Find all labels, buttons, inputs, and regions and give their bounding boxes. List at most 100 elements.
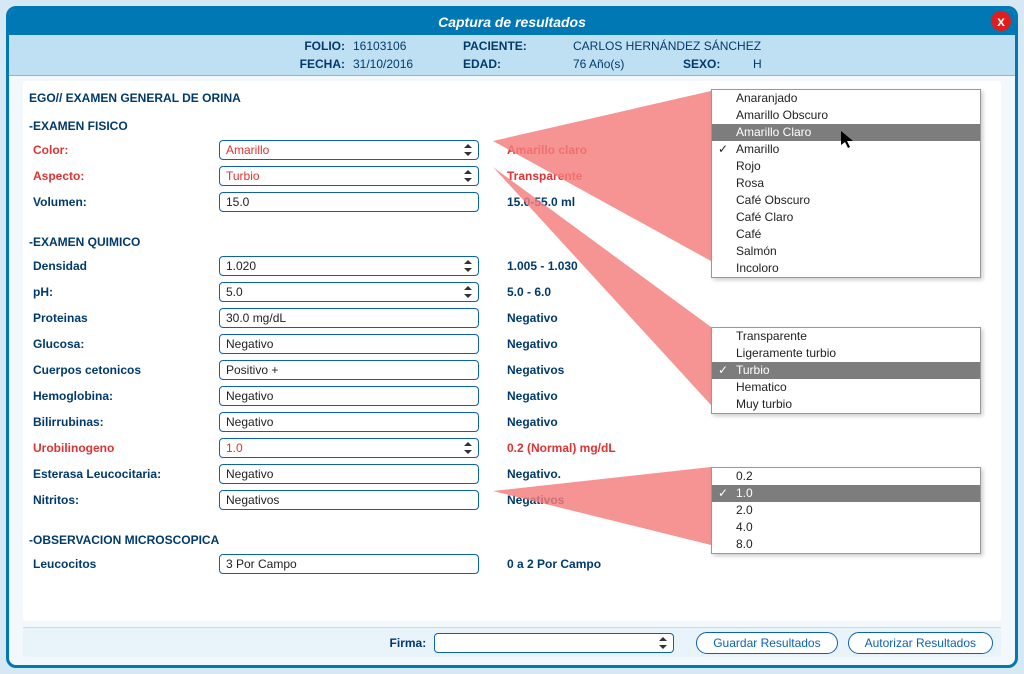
hemo-label: Hemoglobina: xyxy=(29,389,219,403)
dropdown-option[interactable]: Salmón xyxy=(712,243,980,260)
sexo-value: H xyxy=(749,55,766,73)
color-value: Amarillo xyxy=(226,143,269,157)
fecha-value: 31/10/2016 xyxy=(349,55,459,73)
densidad-label: Densidad xyxy=(29,259,219,273)
aspecto-label: Aspecto: xyxy=(29,169,219,183)
dropdown-option[interactable]: Ligeramente turbio xyxy=(712,345,980,362)
glucosa-ref: Negativo xyxy=(487,337,657,351)
ph-ref: 5.0 - 6.0 xyxy=(487,285,657,299)
titlebar: Captura de resultados x xyxy=(9,9,1015,35)
paciente-label: PACIENTE: xyxy=(459,37,569,55)
dropdown-option[interactable]: Café Claro xyxy=(712,209,980,226)
esterasa-input[interactable] xyxy=(219,464,479,484)
bili-label: Bilirrubinas: xyxy=(29,415,219,429)
dropdown-option[interactable]: Rojo xyxy=(712,158,980,175)
volumen-input[interactable] xyxy=(219,192,479,212)
cuerpos-ref: Negativos xyxy=(487,363,657,377)
caret-icon xyxy=(464,144,472,156)
hemo-ref: Negativo xyxy=(487,389,657,403)
color-label: Color: xyxy=(29,143,219,157)
ph-label: pH: xyxy=(29,285,219,299)
autorizar-button[interactable]: Autorizar Resultados xyxy=(848,632,993,654)
ph-value: 5.0 xyxy=(226,285,243,299)
color-select[interactable]: Amarillo xyxy=(219,140,479,160)
dropdown-option[interactable]: Anaranjado xyxy=(712,90,980,107)
aspecto-value: Turbio xyxy=(226,169,260,183)
window-title: Captura de resultados xyxy=(438,14,586,30)
check-icon: ✓ xyxy=(718,486,728,501)
check-icon: ✓ xyxy=(718,363,728,378)
caret-icon xyxy=(464,260,472,272)
dropdown-option[interactable]: 4.0 xyxy=(712,519,980,536)
form-content: EGO// EXAMEN GENERAL DE ORINA -EXAMEN FI… xyxy=(23,81,1001,621)
dropdown-option[interactable]: Amarillo Obscuro xyxy=(712,107,980,124)
volumen-ref: 15.0-55.0 ml xyxy=(487,195,657,209)
nitritos-label: Nitritos: xyxy=(29,493,219,507)
leuco-ref: 0 a 2 Por Campo xyxy=(487,557,657,571)
caret-icon xyxy=(464,442,472,454)
guardar-button[interactable]: Guardar Resultados xyxy=(696,632,837,654)
uro-dropdown-popout[interactable]: 0.2✓1.02.04.08.0 xyxy=(711,467,981,554)
uro-ref: 0.2 (Normal) mg/dL xyxy=(487,441,657,455)
ph-select[interactable]: 5.0 xyxy=(219,282,479,302)
firma-select[interactable] xyxy=(434,633,674,653)
aspecto-select[interactable]: Turbio xyxy=(219,166,479,186)
dropdown-option[interactable]: Muy turbio xyxy=(712,396,980,413)
dropdown-option[interactable]: ✓1.0 xyxy=(712,485,980,502)
aspecto-ref: Transparente xyxy=(487,169,657,183)
dropdown-option[interactable]: 2.0 xyxy=(712,502,980,519)
bili-ref: Negativo xyxy=(487,415,657,429)
proteinas-ref: Negativo xyxy=(487,311,657,325)
folio-value: 16103106 xyxy=(349,37,459,55)
dropdown-option[interactable]: Café xyxy=(712,226,980,243)
hemo-input[interactable] xyxy=(219,386,479,406)
dropdown-option[interactable]: 0.2 xyxy=(712,468,980,485)
cuerpos-input[interactable] xyxy=(219,360,479,380)
paciente-value: CARLOS HERNÁNDEZ SÁNCHEZ xyxy=(569,37,1015,55)
leuco-label: Leucocitos xyxy=(29,557,219,571)
uro-value: 1.0 xyxy=(226,441,243,455)
caret-icon xyxy=(659,637,667,649)
aspecto-dropdown-popout[interactable]: TransparenteLigeramente turbio✓TurbioHem… xyxy=(711,327,981,414)
glucosa-label: Glucosa: xyxy=(29,337,219,351)
edad-value: 76 Año(s) xyxy=(569,55,679,73)
proteinas-label: Proteinas xyxy=(29,311,219,325)
densidad-ref: 1.005 - 1.030 xyxy=(487,259,657,273)
nitritos-input[interactable] xyxy=(219,490,479,510)
uro-select[interactable]: 1.0 xyxy=(219,438,479,458)
densidad-select[interactable]: 1.020 xyxy=(219,256,479,276)
caret-icon xyxy=(464,170,472,182)
dropdown-option[interactable]: Rosa xyxy=(712,175,980,192)
patient-info-bar: FOLIO: 16103106 PACIENTE: CARLOS HERNÁND… xyxy=(9,35,1015,76)
dropdown-option[interactable]: Incoloro xyxy=(712,260,980,277)
caret-icon xyxy=(464,286,472,298)
proteinas-input[interactable] xyxy=(219,308,479,328)
esterasa-ref: Negativo. xyxy=(487,467,657,481)
dropdown-option[interactable]: Hematico xyxy=(712,379,980,396)
sexo-label: SEXO: xyxy=(679,55,749,73)
dropdown-option[interactable]: 8.0 xyxy=(712,536,980,553)
glucosa-input[interactable] xyxy=(219,334,479,354)
uro-label: Urobilinogeno xyxy=(29,441,219,455)
nitritos-ref: Negativos xyxy=(487,493,657,507)
fecha-label: FECHA: xyxy=(9,55,349,73)
close-icon[interactable]: x xyxy=(991,11,1011,31)
folio-label: FOLIO: xyxy=(9,37,349,55)
volumen-label: Volumen: xyxy=(29,195,219,209)
footer-bar: Firma: Guardar Resultados Autorizar Resu… xyxy=(23,627,1001,657)
densidad-value: 1.020 xyxy=(226,259,256,273)
edad-label: EDAD: xyxy=(459,55,569,73)
cursor-icon xyxy=(841,131,855,149)
firma-label: Firma: xyxy=(390,636,427,650)
esterasa-label: Esterasa Leucocitaria: xyxy=(29,467,219,481)
results-window: Captura de resultados x FOLIO: 16103106 … xyxy=(6,6,1018,668)
color-ref: Amarillo claro xyxy=(487,143,657,157)
check-icon: ✓ xyxy=(718,142,728,157)
cuerpos-label: Cuerpos cetonicos xyxy=(29,363,219,377)
dropdown-option[interactable]: Café Obscuro xyxy=(712,192,980,209)
color-dropdown-popout[interactable]: AnaranjadoAmarillo ObscuroAmarillo Claro… xyxy=(711,89,981,278)
dropdown-option[interactable]: Transparente xyxy=(712,328,980,345)
leuco-input[interactable] xyxy=(219,554,479,574)
bili-input[interactable] xyxy=(219,412,479,432)
dropdown-option[interactable]: ✓Turbio xyxy=(712,362,980,379)
